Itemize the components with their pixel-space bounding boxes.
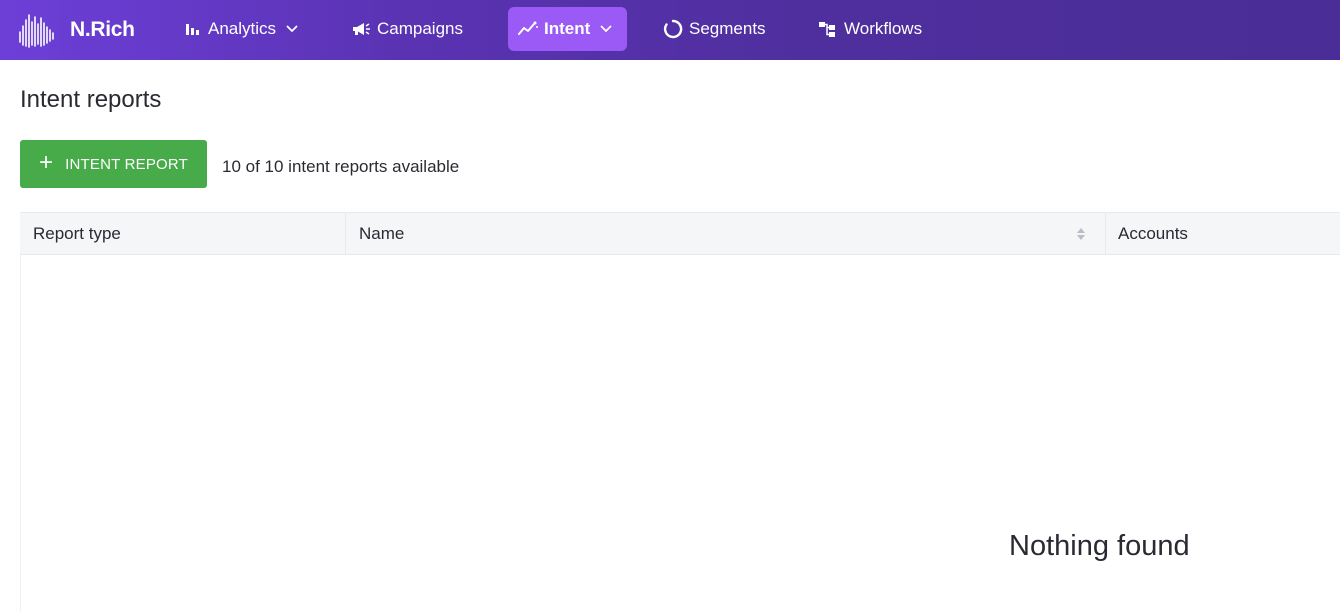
plus-icon: + <box>38 149 54 176</box>
nav-workflows-label: Workflows <box>844 19 923 38</box>
nav-campaigns-label: Campaigns <box>377 19 463 38</box>
column-header-label: Report type <box>33 223 121 243</box>
column-header-report-type[interactable]: Report type <box>20 213 346 254</box>
sort-icon[interactable] <box>1075 226 1087 242</box>
nav-intent[interactable]: Intent <box>508 7 627 51</box>
add-intent-report-label: INTENT REPORT <box>65 155 189 173</box>
column-header-accounts[interactable]: Accounts <box>1106 213 1340 254</box>
column-header-label: Accounts <box>1118 223 1188 243</box>
add-intent-report-button[interactable]: + INTENT REPORT <box>20 140 207 188</box>
workflow-icon <box>818 19 838 39</box>
brand-logo[interactable]: N.Rich <box>18 10 135 50</box>
bar-chart-icon <box>182 19 202 39</box>
empty-state-text: Nothing found <box>1009 530 1190 562</box>
ring-icon <box>663 19 683 39</box>
table-header: Report type Name Accounts <box>20 212 1340 255</box>
nav-segments-label: Segments <box>689 19 766 38</box>
page-title: Intent reports <box>20 86 162 113</box>
column-header-label: Name <box>359 223 405 243</box>
top-navigation-bar: N.Rich Analytics Campaigns Intent Segmen… <box>0 0 1340 60</box>
chevron-down-icon <box>600 23 612 35</box>
report-count-text: 10 of 10 intent reports available <box>222 157 460 176</box>
megaphone-icon <box>351 19 371 39</box>
nav-intent-label: Intent <box>544 19 591 38</box>
nav-analytics-label: Analytics <box>208 19 277 38</box>
nav-analytics[interactable]: Analytics <box>172 7 308 51</box>
nav-workflows[interactable]: Workflows <box>808 7 932 51</box>
chevron-down-icon <box>286 23 298 35</box>
wave-bars-logo-icon <box>19 14 54 48</box>
nav-segments[interactable]: Segments <box>653 7 776 51</box>
nav-campaigns[interactable]: Campaigns <box>341 7 473 51</box>
trend-icon <box>518 19 538 39</box>
brand-name: N.Rich <box>70 18 135 41</box>
column-header-name[interactable]: Name <box>346 213 1106 254</box>
